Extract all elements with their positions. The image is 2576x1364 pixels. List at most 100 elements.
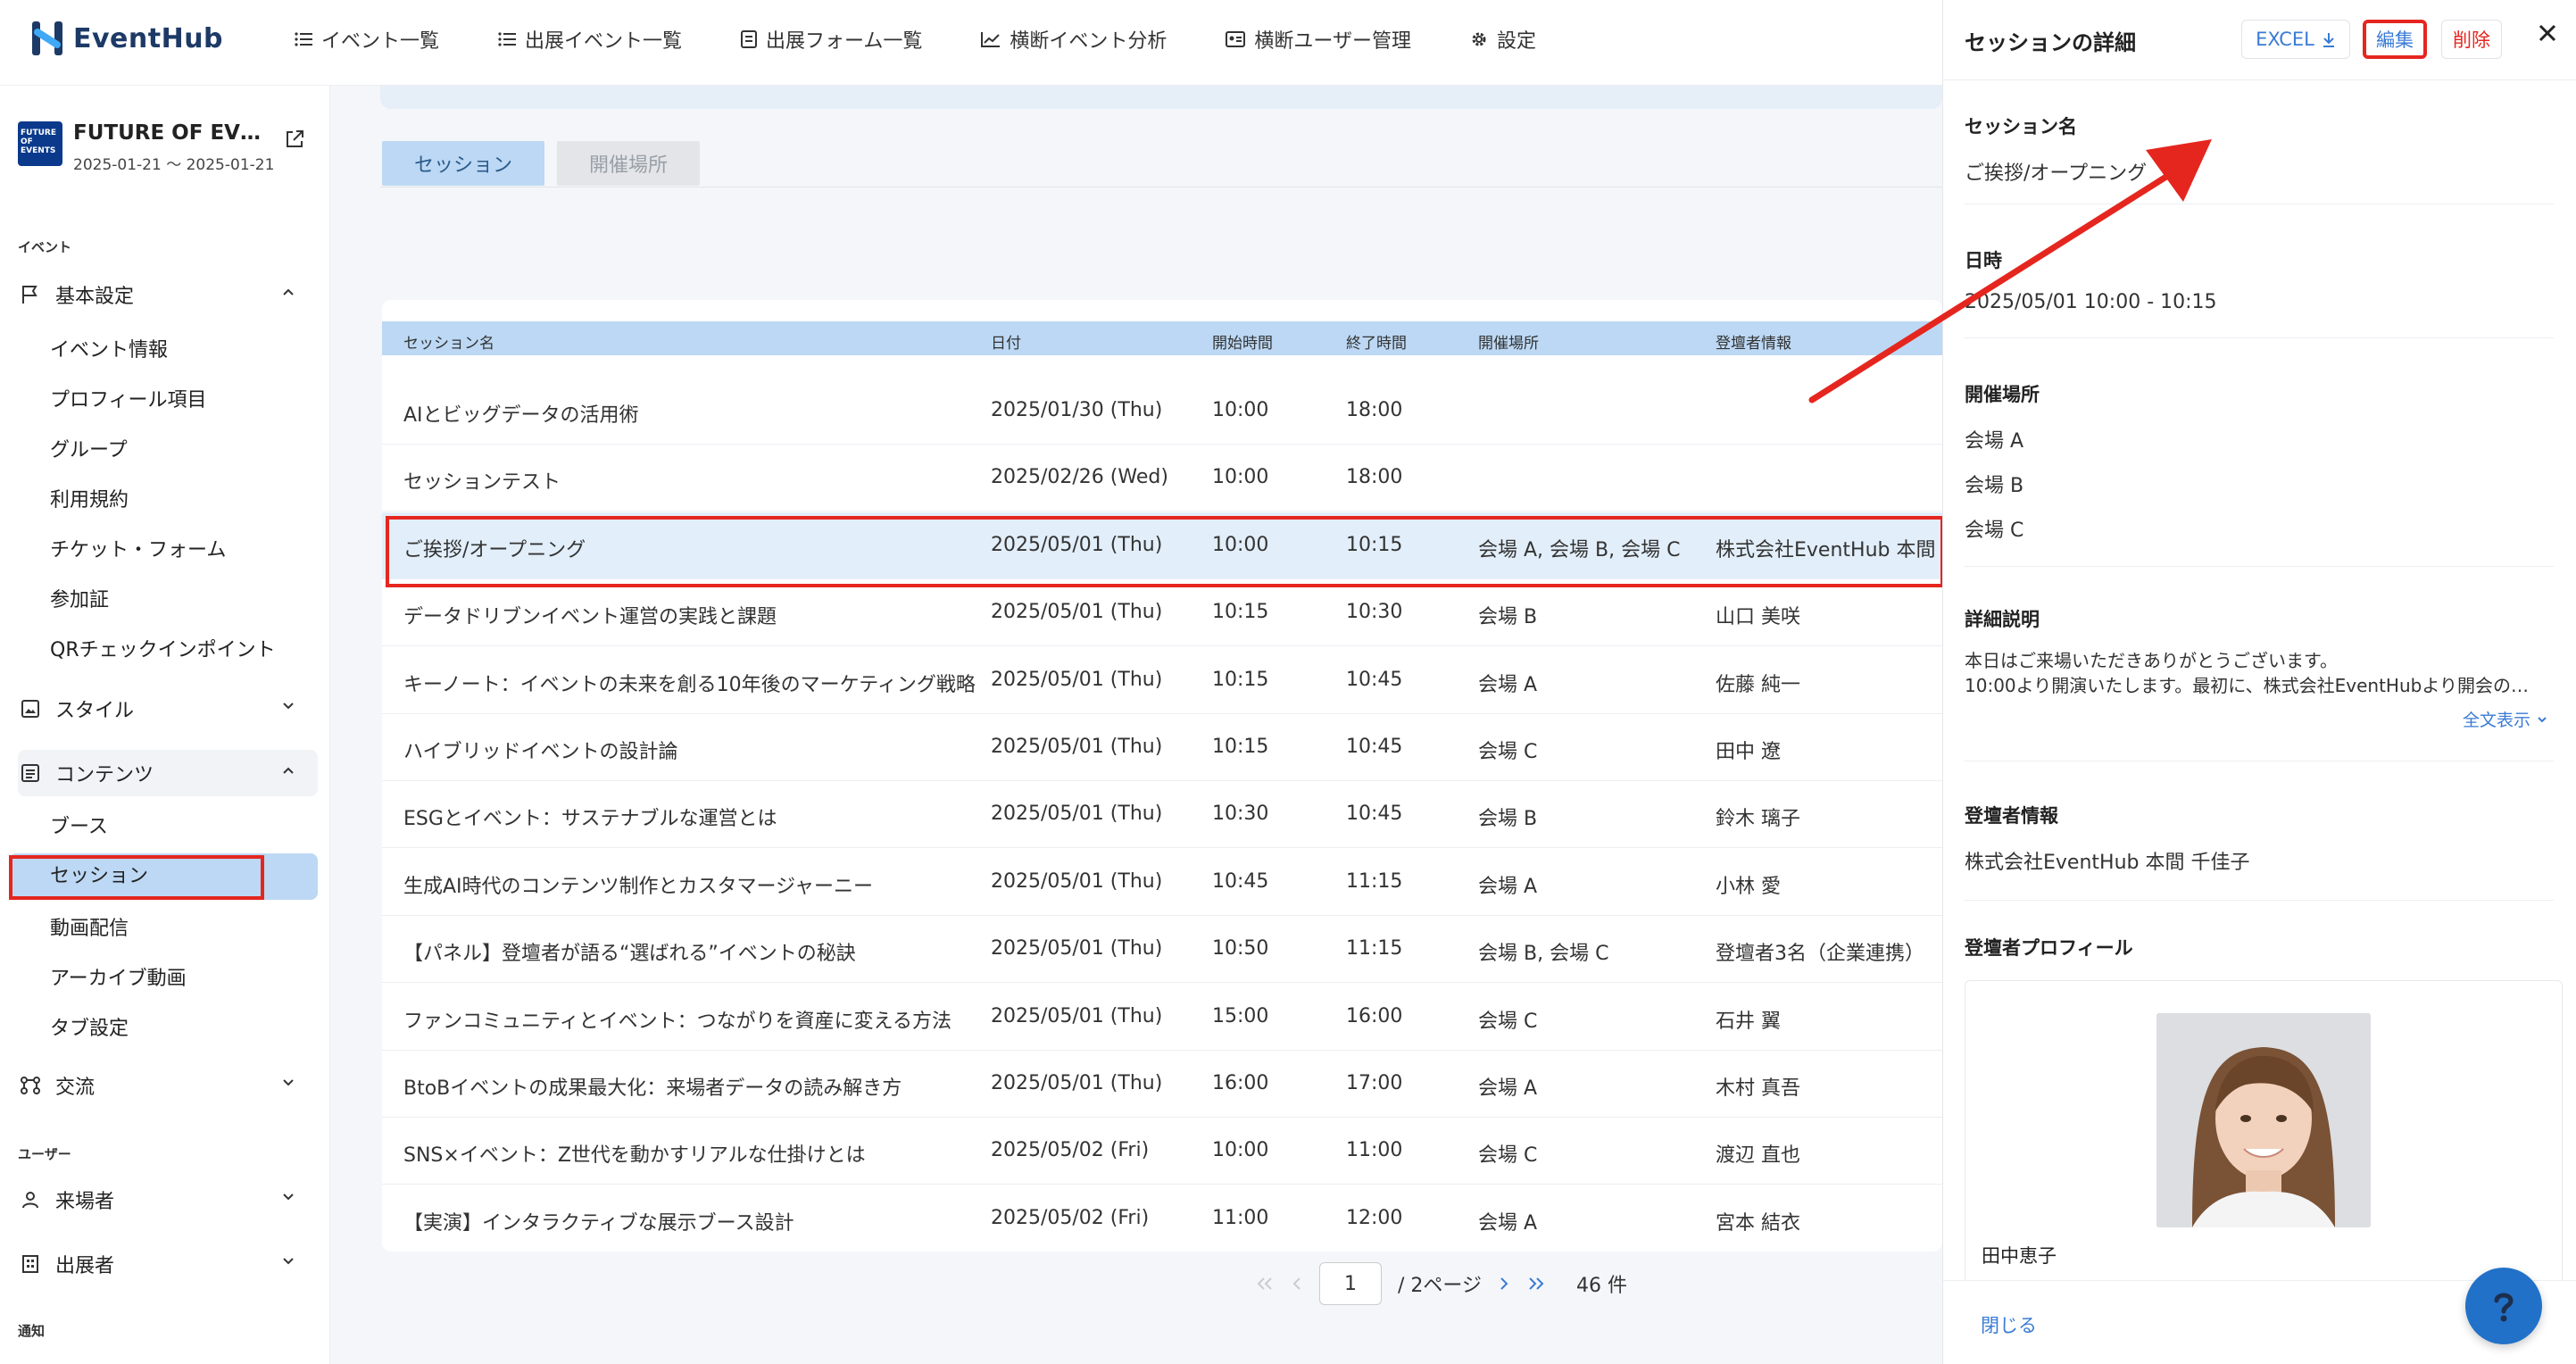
column-header[interactable]: 開催場所 xyxy=(1478,330,1539,353)
brand-logo[interactable]: EventHub xyxy=(30,20,223,57)
column-header[interactable]: セッション名 xyxy=(403,330,494,353)
nav-exhibit-form-list[interactable]: 出展フォーム一覧 xyxy=(741,25,922,54)
column-header[interactable]: 登壇者情報 xyxy=(1716,330,1791,353)
table-row[interactable]: ハイブリッドイベントの設計論 2025/05/01 (Thu) 10:15 10:45… xyxy=(382,714,1942,781)
table-cell: 2025/05/02 (Fri) xyxy=(991,1139,1150,1162)
chevron-up-icon xyxy=(283,288,294,295)
form-icon xyxy=(741,30,758,48)
excel-export-button[interactable]: EXCEL xyxy=(2241,20,2350,59)
delete-button[interactable]: 削除 xyxy=(2441,20,2502,59)
show-full-text-link[interactable]: 全文表示 xyxy=(2463,707,2548,731)
sidebar-group-style[interactable]: スタイル xyxy=(18,686,318,732)
portrait-image xyxy=(2156,1013,2371,1227)
help-button[interactable] xyxy=(2465,1268,2542,1344)
close-icon[interactable] xyxy=(2536,21,2559,45)
column-header[interactable]: 開始時間 xyxy=(1212,330,1273,353)
table-row[interactable]: 生成AI時代のコンテンツ制作とカスタマージャーニー 2025/05/01 (Thu… xyxy=(382,849,1942,916)
table-row[interactable]: 【実演】インタラクティブな展示ブース設計 2025/05/02 (Fri) 11:0… xyxy=(382,1185,1942,1252)
column-header[interactable]: 終了時間 xyxy=(1346,330,1407,353)
table-row[interactable]: データドリブンイベント運営の実践と課題 2025/05/01 (Thu) 10:15… xyxy=(382,579,1942,647)
field-value-session-name: ご挨拶/オープニング xyxy=(1965,162,2148,185)
list-icon xyxy=(498,32,517,46)
table-cell: ESGとイベント：サステナブルな運営とは xyxy=(403,808,777,831)
edit-button[interactable]: 編集 xyxy=(2363,20,2427,59)
brand-name: EventHub xyxy=(73,22,224,54)
external-link-icon[interactable] xyxy=(284,129,305,150)
sidebar-item-qr-checkin[interactable]: QRチェックインポイント xyxy=(50,634,276,662)
table-cell: 渡辺 直也 xyxy=(1716,1144,1800,1168)
page-number-input[interactable]: 1 xyxy=(1319,1262,1382,1305)
nav-settings[interactable]: 設定 xyxy=(1470,25,1536,54)
sidebar-item-archive-videos[interactable]: アーカイブ動画 xyxy=(50,962,187,991)
sidebar-item-booths[interactable]: ブース xyxy=(50,811,108,839)
table-row[interactable]: 【パネル】登壇者が語る“選ばれる”イベントの秘訣 2025/05/01 (Thu)… xyxy=(382,916,1942,984)
table-cell: 10:50 xyxy=(1212,937,1269,961)
sidebar-group-visitors[interactable]: 来場者 xyxy=(18,1177,318,1223)
table-row[interactable]: SNS×イベント：Z世代を動かすリアルな仕掛けとは 2025/05/02 (Fri… xyxy=(382,1118,1942,1185)
annotation-box-row xyxy=(386,516,1944,587)
sidebar-group-basic[interactable]: 基本設定 xyxy=(18,271,318,318)
first-page-icon[interactable] xyxy=(1255,1276,1275,1292)
sidebar-item-admission-pass[interactable]: 参加証 xyxy=(50,584,109,612)
prev-page-icon[interactable] xyxy=(1291,1276,1303,1292)
table-row[interactable]: AIとビッグデータの活用術 2025/01/30 (Thu) 10:00 18:00 xyxy=(382,378,1942,445)
field-label-venue: 開催場所 xyxy=(1965,384,2040,405)
nav-exhibit-event-list[interactable]: 出展イベント一覧 xyxy=(498,25,682,54)
table-row[interactable]: BtoBイベントの成果最大化：来場者データの読み解き方 2025/05/01 (T… xyxy=(382,1051,1942,1118)
table-cell: 2025/05/01 (Thu) xyxy=(991,601,1163,624)
close-panel-link[interactable]: 閉じる xyxy=(1981,1311,2037,1338)
chevron-up-icon xyxy=(283,767,294,774)
table-cell: 16:00 xyxy=(1346,1004,1403,1027)
sidebar-group-exhibitors[interactable]: 出展者 xyxy=(18,1241,318,1287)
table-cell: 2025/05/01 (Thu) xyxy=(991,869,1163,893)
speaker-profile-card: 田中恵子 xyxy=(1965,980,2563,1284)
table-row[interactable]: キーノート：イベントの未来を創る10年後のマーケティング戦略 2025/05/01… xyxy=(382,647,1942,714)
nav-event-list[interactable]: イベント一覧 xyxy=(295,25,439,54)
field-label-session-name: セッション名 xyxy=(1965,116,2077,137)
table-cell: SNS×イベント：Z世代を動かすリアルな仕掛けとは xyxy=(403,1144,866,1168)
sidebar: FUTURE OF EVENTS FUTURE OF EVEN… 2025-01… xyxy=(0,86,330,1364)
field-value-description: 本日はご来場いただきありがとうございます。 10:00より開演いたします。最初に… xyxy=(1965,648,2563,698)
field-label-description: 詳細説明 xyxy=(1965,609,2040,630)
table-header: セッション名 日付 開始時間 終了時間 開催場所 登壇者情報 xyxy=(382,321,1942,355)
field-label-speaker-profile: 登壇者プロフィール xyxy=(1965,937,2133,959)
next-page-icon[interactable] xyxy=(1498,1276,1510,1292)
event-thumbnail: FUTURE OF EVENTS xyxy=(18,121,62,166)
field-value-venue: 会場 C xyxy=(1965,520,2024,542)
chart-icon xyxy=(981,32,1001,47)
table-cell: 11:15 xyxy=(1346,937,1403,961)
sidebar-item-groups[interactable]: グループ xyxy=(50,434,128,462)
nav-cross-user-management[interactable]: 横断ユーザー管理 xyxy=(1226,25,1411,54)
column-header[interactable]: 日付 xyxy=(991,330,1021,353)
network-icon xyxy=(20,1075,41,1096)
table-cell: 【実演】インタラクティブな展示ブース設計 xyxy=(403,1211,794,1235)
table-row[interactable]: セッションテスト 2025/02/26 (Wed) 10:00 18:00 xyxy=(382,445,1942,512)
tab-venues[interactable]: 開催場所 xyxy=(557,141,701,186)
sidebar-item-video-streaming[interactable]: 動画配信 xyxy=(50,912,129,941)
table-cell: 会場 C xyxy=(1478,1144,1538,1168)
last-page-icon[interactable] xyxy=(1526,1276,1546,1292)
sidebar-item-tab-settings[interactable]: タブ設定 xyxy=(50,1012,129,1041)
gear-icon xyxy=(1472,32,1486,46)
sidebar-item-ticket-form[interactable]: チケット・フォーム xyxy=(50,534,226,562)
table-row[interactable]: ESGとイベント：サステナブルな運営とは 2025/05/01 (Thu) 10:3… xyxy=(382,781,1942,849)
sidebar-group-contents[interactable]: コンテンツ xyxy=(18,750,318,796)
table-cell: 10:45 xyxy=(1346,736,1403,758)
field-value-datetime: 2025/05/01 10:00 - 10:15 xyxy=(1965,291,2217,313)
sidebar-group-exchange[interactable]: 交流 xyxy=(18,1062,318,1109)
table-cell: 10:15 xyxy=(1212,736,1269,758)
nav-cross-event-analytics[interactable]: 横断イベント分析 xyxy=(981,25,1167,54)
table-cell: 10:00 xyxy=(1212,1139,1269,1162)
table-row[interactable]: ファンコミュニティとイベント：つながりを資産に変える方法 2025/05/01 (… xyxy=(382,984,1942,1051)
tab-sessions[interactable]: セッション xyxy=(382,141,545,186)
table-cell: 会場 C xyxy=(1478,741,1538,763)
top-nav: EventHub イベント一覧 出展イベント一覧 出展フォーム一覧 横断イベント… xyxy=(0,0,1942,86)
sidebar-item-terms[interactable]: 利用規約 xyxy=(50,484,129,512)
main-content: セッション 開催場所 セッション名 日付 開始時間 終了時間 開催場所 登壇者情… xyxy=(330,86,1942,1364)
table-cell: 2025/02/26 (Wed) xyxy=(991,466,1168,489)
table-cell: セッションテスト xyxy=(403,471,561,495)
table-cell: 10:15 xyxy=(1212,668,1269,691)
table-cell: データドリブンイベント運営の実践と課題 xyxy=(403,606,777,629)
sidebar-item-event-info[interactable]: イベント情報 xyxy=(50,334,168,362)
sidebar-item-profile-fields[interactable]: プロフィール項目 xyxy=(50,384,207,412)
